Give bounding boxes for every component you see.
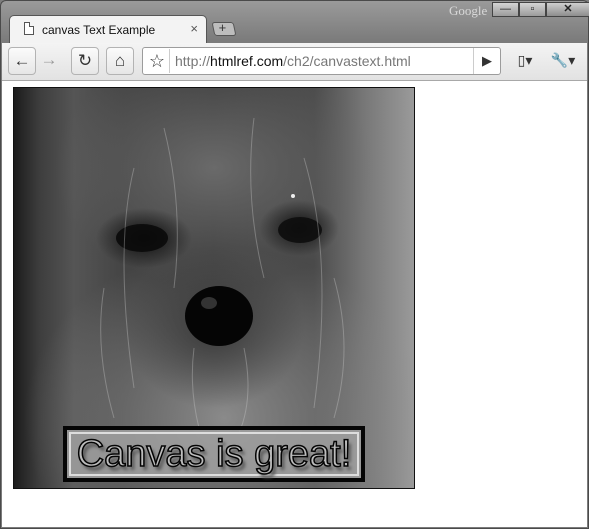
canvas-element: Canvas is great!	[13, 87, 415, 489]
url-text[interactable]: http://htmlref.com/ch2/canvastext.html	[175, 53, 411, 69]
maximize-button[interactable]: ▫	[519, 2, 546, 17]
page-viewport: Canvas is great!	[2, 81, 587, 527]
url-scheme: http://	[175, 53, 211, 69]
home-icon: ⌂	[114, 51, 126, 70]
url-path: /ch2/canvastext.html	[283, 53, 411, 69]
home-button[interactable]: ⌂	[106, 47, 134, 75]
tab-canvas-text-example[interactable]: canvas Text Example ×	[9, 15, 207, 43]
url-host: htmlref.com	[210, 53, 284, 69]
address-bar[interactable]: ☆ http://htmlref.com/ch2/canvastext.html…	[142, 47, 501, 75]
close-tab-icon[interactable]: ×	[190, 22, 198, 35]
canvas-text-banner: Canvas is great!	[63, 426, 365, 482]
reload-icon: ↻	[77, 51, 93, 70]
plus-icon: +	[218, 20, 227, 35]
toolbar: ← → ↻ ⌂ ☆ http://htmlref.com/ch2/canvast…	[2, 43, 587, 81]
close-window-button[interactable]: ✕	[546, 2, 589, 17]
page-menu-icon: ▯▾	[517, 52, 533, 68]
tab-title: canvas Text Example	[42, 23, 156, 37]
arrow-right-icon: →	[40, 50, 58, 69]
bookmark-star-icon[interactable]: ☆	[145, 49, 170, 73]
browser-window: Google — ▫ ✕ canvas Text Example × + ← →…	[0, 0, 589, 529]
tools-menu-button[interactable]: 🔧▾	[546, 47, 580, 75]
arrow-left-icon: ←	[13, 51, 31, 70]
minimize-button[interactable]: —	[492, 2, 519, 17]
page-icon	[24, 22, 34, 35]
new-tab-button[interactable]: +	[211, 20, 237, 36]
reload-button[interactable]: ↻	[71, 47, 99, 75]
wrench-icon: 🔧▾	[550, 52, 576, 68]
brand-label: Google	[449, 3, 488, 18]
back-button[interactable]: ←	[8, 47, 36, 75]
forward-button[interactable]: →	[35, 47, 63, 75]
canvas-text: Canvas is great!	[76, 432, 352, 476]
go-button[interactable]: ▶	[473, 48, 500, 74]
page-menu-button[interactable]: ▯▾	[509, 47, 541, 75]
